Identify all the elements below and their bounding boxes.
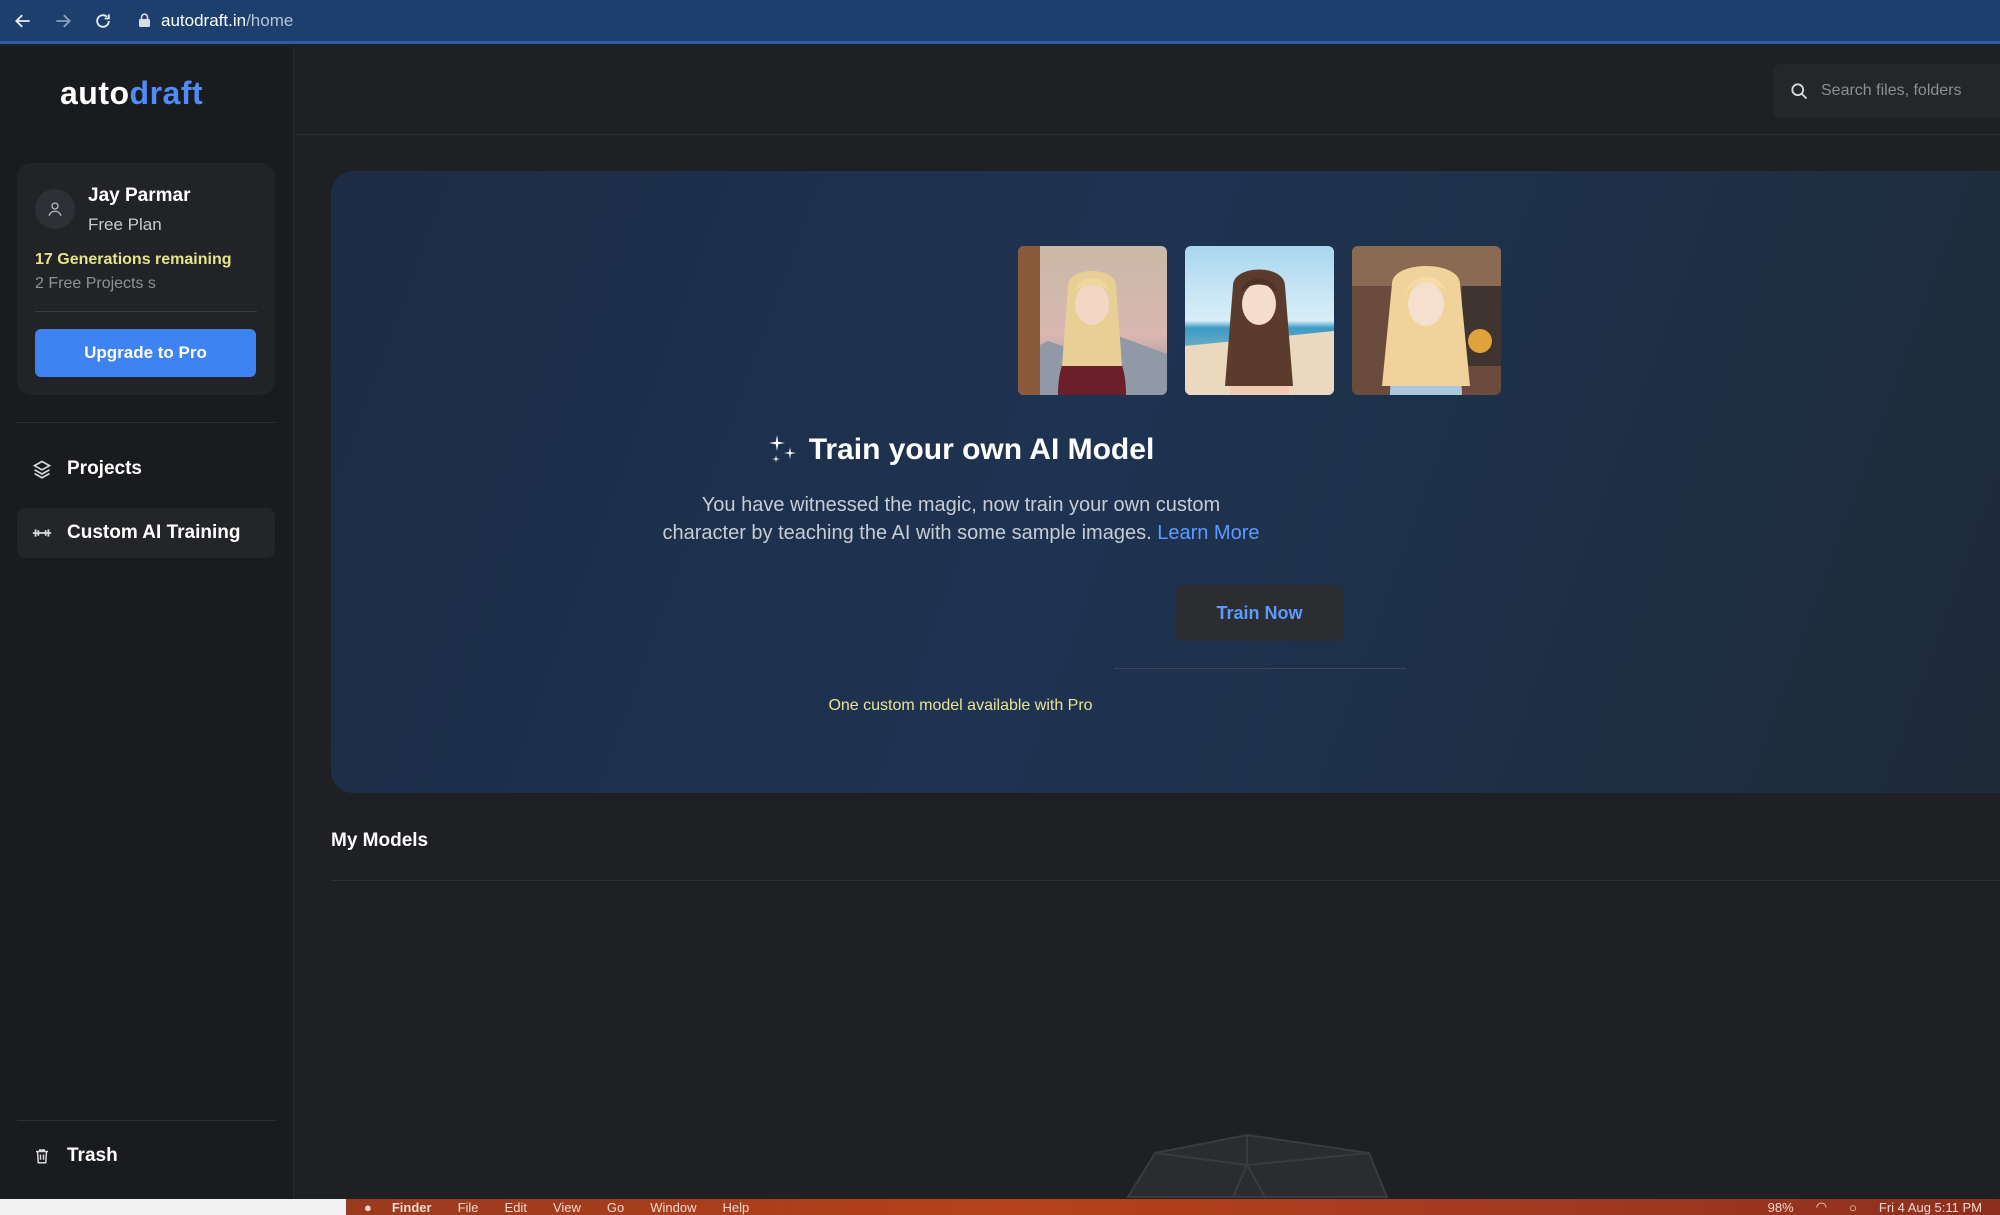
menu-item-go[interactable]: Go bbox=[607, 1200, 624, 1215]
trash-icon bbox=[31, 1145, 53, 1167]
sample-image-elf bbox=[1018, 246, 1167, 395]
hero-description: You have witnessed the magic, now train … bbox=[661, 491, 1261, 547]
sidebar-item-custom-ai-training[interactable]: Custom AI Training bbox=[17, 508, 275, 558]
menu-item-file[interactable]: File bbox=[458, 1200, 479, 1215]
pro-note: One custom model available with Pro bbox=[828, 697, 1093, 714]
hero-title: Train your own AI Model bbox=[331, 433, 1590, 467]
train-now-button[interactable]: Train Now bbox=[1176, 585, 1343, 641]
upgrade-button[interactable]: Upgrade to Pro bbox=[35, 329, 256, 377]
menu-item-finder[interactable]: Finder bbox=[392, 1200, 432, 1215]
battery-percent[interactable]: 98% bbox=[1768, 1200, 1794, 1215]
search-box[interactable] bbox=[1773, 64, 2000, 118]
plan-label: Free Plan bbox=[88, 215, 162, 234]
apple-icon[interactable]: ● bbox=[364, 1200, 372, 1215]
my-models-heading: My Models bbox=[331, 830, 429, 851]
menu-item-edit[interactable]: Edit bbox=[505, 1200, 527, 1215]
back-icon[interactable] bbox=[6, 4, 40, 38]
os-menu-bar: ● Finder File Edit View Go Window Help 9… bbox=[346, 1199, 2000, 1215]
reload-icon[interactable] bbox=[86, 4, 120, 38]
train-model-banner: Train your own AI Model You have witness… bbox=[331, 171, 2000, 793]
user-name: Jay Parmar bbox=[88, 185, 191, 206]
layers-icon bbox=[31, 458, 53, 480]
logo[interactable]: autodraft bbox=[60, 75, 203, 112]
sidebar-item-label: Projects bbox=[67, 458, 142, 479]
account-card: Jay Parmar Free Plan 17 Generations rema… bbox=[17, 163, 275, 395]
sample-image-cafe bbox=[1352, 246, 1501, 395]
empty-box-icon bbox=[1126, 1133, 1389, 1198]
divider bbox=[17, 1120, 275, 1121]
free-projects-label: 2 Free Projects s bbox=[35, 275, 156, 292]
hero-title-text: Train your own AI Model bbox=[808, 433, 1155, 466]
sample-image-beach bbox=[1185, 246, 1334, 395]
generations-remaining: 17 Generations remaining bbox=[35, 251, 232, 268]
sidebar: autodraft Jay Parmar Free Plan 17 Genera… bbox=[0, 47, 294, 1199]
sidebar-item-label: Trash bbox=[67, 1145, 118, 1166]
sidebar-item-projects[interactable]: Projects bbox=[17, 444, 275, 494]
forward-icon[interactable] bbox=[46, 4, 80, 38]
clock[interactable]: Fri 4 Aug 5:11 PM bbox=[1879, 1200, 1982, 1215]
url-path: /home bbox=[246, 10, 294, 30]
user-icon bbox=[48, 202, 62, 217]
lock-icon bbox=[139, 13, 150, 27]
menu-item-window[interactable]: Window bbox=[650, 1200, 696, 1215]
url-host: autodraft.in bbox=[161, 10, 247, 30]
sample-images bbox=[1018, 246, 1501, 395]
divider bbox=[17, 422, 275, 423]
status-tray: 98% ◠ ○ Fri 4 Aug 5:11 PM bbox=[1768, 1199, 2000, 1215]
search-input[interactable] bbox=[1821, 82, 2000, 100]
avatar[interactable] bbox=[35, 189, 75, 229]
search-icon bbox=[1791, 83, 1808, 100]
menu-item-view[interactable]: View bbox=[553, 1200, 581, 1215]
wifi-icon[interactable]: ◠ bbox=[1816, 1199, 1827, 1215]
top-header bbox=[295, 47, 2000, 135]
learn-more-link[interactable]: Learn More bbox=[1157, 522, 1259, 544]
address-bar[interactable]: autodraft.in/home bbox=[138, 4, 293, 38]
divider bbox=[331, 880, 2000, 881]
divider bbox=[1114, 668, 1406, 669]
spotlight-icon[interactable]: ○ bbox=[1849, 1200, 1857, 1215]
dumbbell-icon bbox=[31, 522, 53, 544]
sidebar-item-trash[interactable]: Trash bbox=[17, 1131, 275, 1181]
menu-item-help[interactable]: Help bbox=[723, 1200, 750, 1215]
sparkles-icon bbox=[768, 435, 796, 463]
browser-toolbar: autodraft.in/home bbox=[0, 0, 2000, 44]
sidebar-item-label: Custom AI Training bbox=[67, 522, 241, 543]
divider bbox=[35, 311, 257, 312]
dock-area bbox=[0, 1199, 346, 1215]
hero-description-text: You have witnessed the magic, now train … bbox=[662, 494, 1221, 544]
